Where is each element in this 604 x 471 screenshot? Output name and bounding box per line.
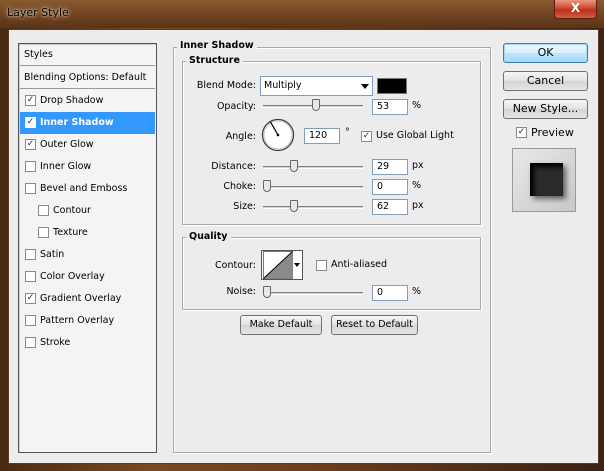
choke-label: Choke: (223, 181, 256, 192)
style-item-satin[interactable]: Satin (20, 244, 155, 266)
stroke-checkbox[interactable] (25, 337, 36, 348)
new-style-button[interactable]: New Style... (503, 99, 588, 119)
preview-swatch (530, 163, 563, 196)
style-item-bevel-emboss[interactable]: Bevel and Emboss (20, 178, 155, 200)
quality-title: Quality (186, 231, 231, 242)
style-item-drop-shadow[interactable]: ✓ Drop Shadow (20, 90, 155, 112)
style-item-inner-shadow[interactable]: ✓ Inner Shadow (20, 112, 155, 134)
style-item-color-overlay[interactable]: Color Overlay (20, 266, 155, 288)
opacity-unit: % (412, 100, 422, 111)
style-item-contour[interactable]: Contour (20, 200, 155, 222)
satin-checkbox[interactable] (25, 249, 36, 260)
style-item-label: Pattern Overlay (40, 315, 115, 326)
chevron-down-icon (361, 84, 369, 89)
style-item-label: Texture (53, 227, 88, 238)
outer-glow-checkbox[interactable]: ✓ (25, 139, 36, 150)
noise-input[interactable]: 0 (372, 285, 408, 301)
contour-picker[interactable] (261, 250, 303, 280)
reset-to-default-button[interactable]: Reset to Default (331, 315, 418, 335)
style-item-label: Color Overlay (40, 271, 105, 282)
quality-group (182, 237, 481, 310)
style-item-outer-glow[interactable]: ✓ Outer Glow (20, 134, 155, 156)
inner-glow-checkbox[interactable] (25, 161, 36, 172)
structure-title: Structure (186, 55, 243, 66)
dialog-client: Styles Blending Options: Default ✓ Drop … (8, 29, 599, 464)
anti-aliased-checkbox[interactable] (316, 260, 327, 271)
style-item-label: Gradient Overlay (40, 293, 122, 304)
window-title: Layer Style (7, 6, 69, 19)
slider-thumb[interactable] (312, 99, 320, 111)
gradient-overlay-checkbox[interactable]: ✓ (25, 293, 36, 304)
style-item-texture[interactable]: Texture (20, 222, 155, 244)
style-item-stroke[interactable]: Stroke (20, 332, 155, 354)
contour-label: Contour: (215, 260, 256, 271)
angle-dial[interactable] (261, 118, 295, 152)
distance-input[interactable]: 29 (372, 159, 408, 175)
angle-unit: ° (345, 127, 350, 138)
use-global-light-checkbox[interactable]: ✓ (361, 131, 372, 142)
anti-aliased-label[interactable]: Anti-aliased (331, 259, 387, 270)
blending-options-item[interactable]: Blending Options: Default (20, 67, 155, 89)
ok-button[interactable]: OK (503, 43, 588, 63)
style-item-label: Drop Shadow (40, 95, 104, 106)
size-slider[interactable] (263, 200, 363, 212)
noise-label: Noise: (226, 286, 256, 297)
style-preview-thumbnail (512, 148, 576, 212)
choke-slider[interactable] (263, 180, 363, 192)
preview-checkbox[interactable]: ✓ (516, 127, 527, 138)
style-item-inner-glow[interactable]: Inner Glow (20, 156, 155, 178)
blend-mode-select[interactable]: Multiply (260, 76, 373, 96)
size-unit: px (412, 200, 424, 211)
color-overlay-checkbox[interactable] (25, 271, 36, 282)
close-button[interactable]: X (554, 0, 597, 19)
style-item-label: Inner Shadow (40, 117, 114, 128)
styles-list: Styles Blending Options: Default ✓ Drop … (18, 43, 157, 453)
styles-header[interactable]: Styles (20, 44, 155, 66)
opacity-input[interactable]: 53 (372, 99, 408, 115)
slider-thumb[interactable] (290, 160, 298, 172)
style-item-gradient-overlay[interactable]: ✓ Gradient Overlay (20, 288, 155, 310)
title-bar: Layer Style X (0, 0, 604, 28)
style-item-pattern-overlay[interactable]: Pattern Overlay (20, 310, 155, 332)
opacity-label: Opacity: (216, 101, 256, 112)
style-item-label: Bevel and Emboss (40, 183, 128, 194)
contour-checkbox[interactable] (38, 205, 49, 216)
inner-shadow-checkbox[interactable]: ✓ (25, 117, 36, 128)
blend-mode-value: Multiply (264, 80, 302, 91)
slider-thumb[interactable] (263, 286, 271, 298)
slider-thumb[interactable] (263, 180, 271, 192)
texture-checkbox[interactable] (38, 227, 49, 238)
blend-mode-label: Blend Mode: (196, 80, 256, 91)
choke-unit: % (412, 180, 422, 191)
contour-curve-icon (263, 251, 293, 279)
distance-slider[interactable] (263, 160, 363, 172)
choke-input[interactable]: 0 (372, 179, 408, 195)
cancel-button[interactable]: Cancel (503, 71, 588, 91)
make-default-button[interactable]: Make Default (240, 315, 322, 335)
noise-slider[interactable] (263, 286, 363, 298)
opacity-slider[interactable] (263, 99, 363, 111)
chevron-down-icon (294, 263, 300, 267)
bevel-emboss-checkbox[interactable] (25, 183, 36, 194)
noise-unit: % (412, 286, 422, 297)
size-label: Size: (233, 201, 256, 212)
style-item-label: Inner Glow (40, 161, 92, 172)
drop-shadow-checkbox[interactable]: ✓ (25, 95, 36, 106)
style-item-label: Satin (40, 249, 65, 260)
use-global-light-label[interactable]: Use Global Light (376, 130, 454, 141)
distance-unit: px (412, 160, 424, 171)
angle-input[interactable]: 120 (304, 128, 340, 144)
shadow-color-swatch[interactable] (377, 78, 407, 94)
distance-label: Distance: (211, 161, 256, 172)
size-input[interactable]: 62 (372, 199, 408, 215)
preview-label[interactable]: Preview (531, 126, 574, 139)
slider-thumb[interactable] (290, 200, 298, 212)
angle-label: Angle: (225, 131, 256, 142)
style-item-label: Outer Glow (40, 139, 94, 150)
style-item-label: Contour (53, 205, 91, 216)
pattern-overlay-checkbox[interactable] (25, 315, 36, 326)
panel-title: Inner Shadow (177, 40, 257, 51)
style-item-label: Stroke (40, 337, 71, 348)
